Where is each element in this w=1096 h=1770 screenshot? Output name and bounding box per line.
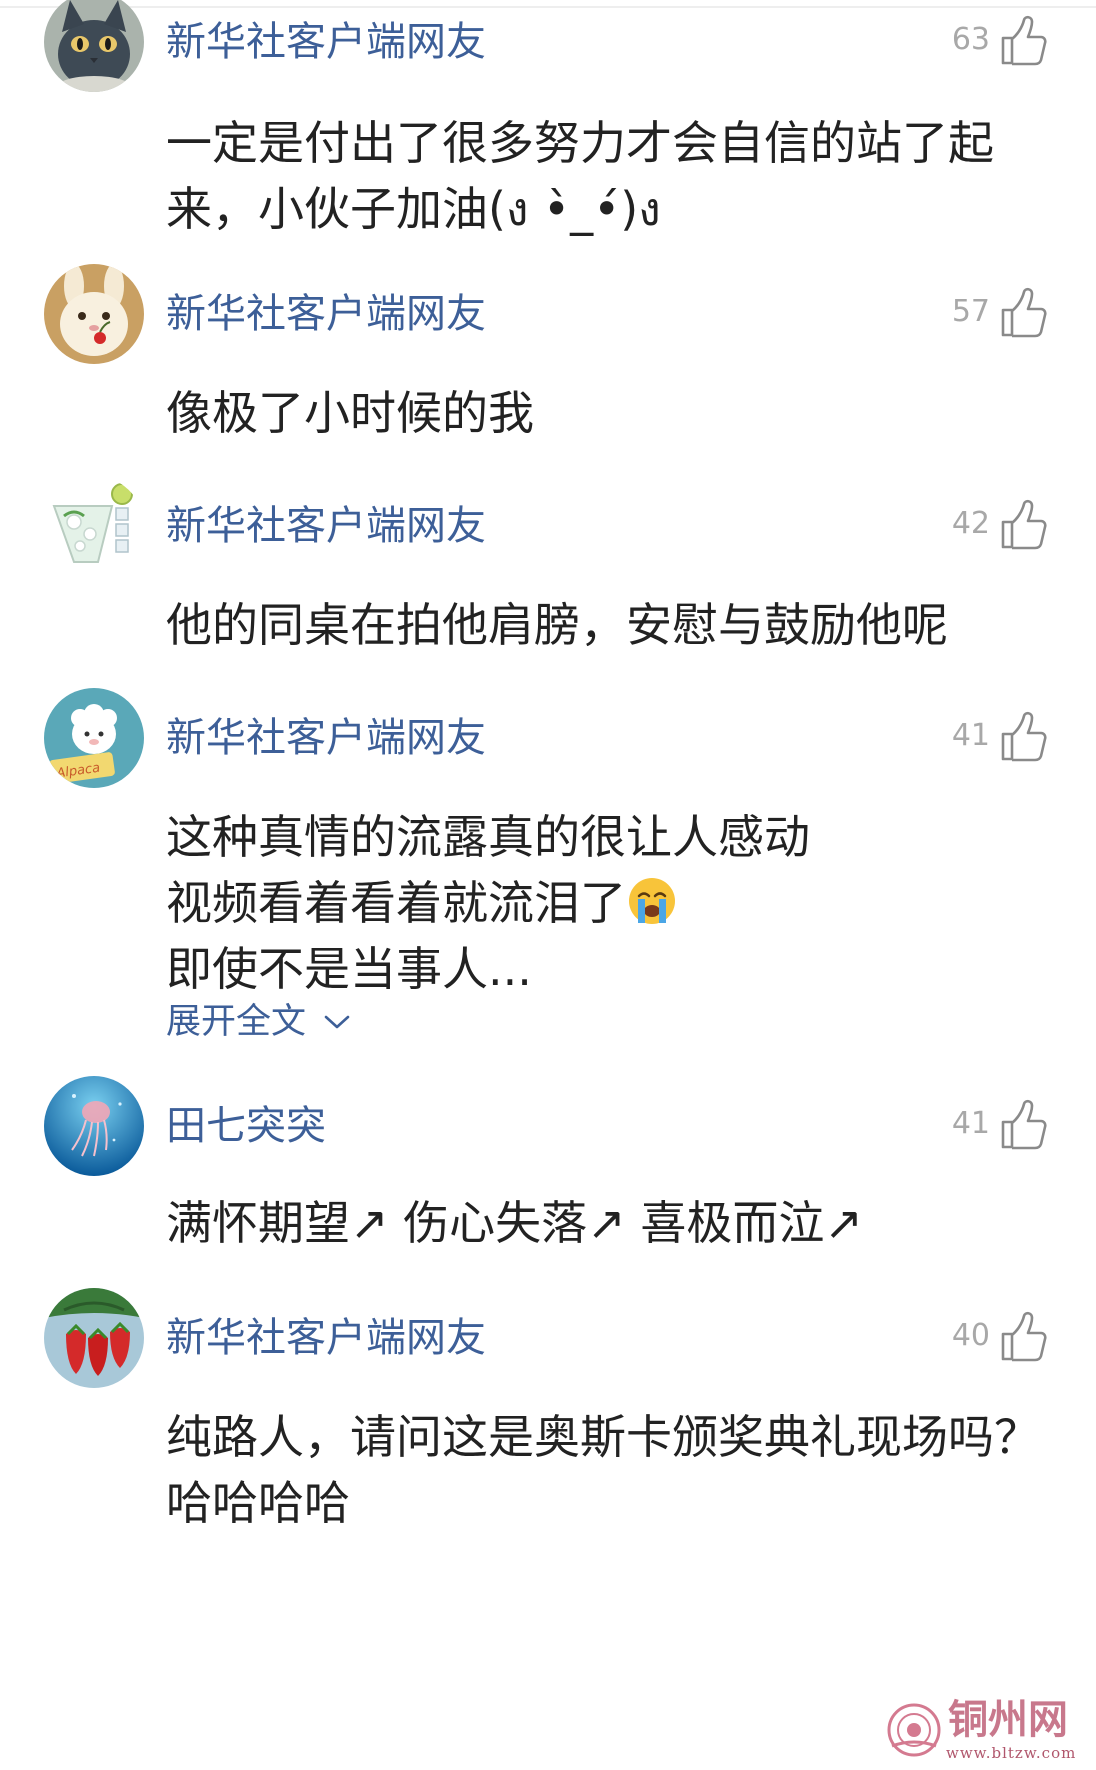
like-count: 42 — [951, 506, 990, 541]
like-button[interactable]: 63 — [952, 10, 1048, 70]
thumbs-up-icon — [1001, 499, 1047, 550]
comment-text-line: 一定是付出了很多努力才会自信的站了起 — [166, 116, 994, 170]
expand-label: 展开全文 — [166, 1002, 307, 1042]
watermark-name: 铜州网 — [948, 1696, 1068, 1743]
comment-text-segment: 视频看着看着就流泪了 — [166, 876, 626, 930]
comment-text: 纯路人，请问这是奥斯卡颁奖典礼现场吗？ 哈哈哈哈 — [166, 1404, 1046, 1536]
username[interactable]: 新华社客户端网友 — [166, 714, 486, 762]
alpaca-avatar-icon[interactable]: Alpaca — [44, 688, 144, 788]
username[interactable]: 新华社客户端网友 — [166, 18, 486, 66]
comment-text-line: 他的同桌在拍他肩膀，安慰与鼓励他呢 — [166, 598, 948, 652]
thumbs-up-icon — [1001, 287, 1047, 338]
watermark-logo-icon — [887, 1703, 941, 1757]
like-count: 63 — [951, 22, 990, 57]
top-divider — [0, 6, 1096, 8]
thumbs-up-icon — [1001, 1099, 1047, 1150]
username[interactable]: 新华社客户端网友 — [166, 1314, 486, 1362]
comment-text: 满怀期望↗ 伤心失落↗ 喜极而泣↗ — [166, 1190, 1046, 1256]
comment-text: 一定是付出了很多努力才会自信的站了起 来，小伙子加油(ง •̀_•́)ง — [166, 110, 1046, 242]
strawberry-avatar-icon[interactable] — [44, 1288, 144, 1388]
comment-text-line: 满怀期望↗ 伤心失落↗ 喜极而泣↗ — [166, 1196, 863, 1250]
cat-avatar-icon[interactable] — [44, 0, 144, 92]
like-button[interactable]: 42 — [952, 494, 1048, 554]
username[interactable]: 田七突突 — [166, 1102, 326, 1150]
chevron-down-icon — [324, 1015, 350, 1029]
comment-text-line: 这种真情的流露真的很让人感动 — [166, 810, 810, 864]
comment-text-line: 视频看着看着就流泪了 — [166, 870, 1046, 936]
like-button[interactable]: 57 — [952, 282, 1048, 342]
like-count: 41 — [951, 718, 990, 753]
comment-text-line: 来，小伙子加油(ง •̀_•́)ง — [166, 182, 661, 236]
rabbit-avatar-icon[interactable] — [44, 264, 144, 364]
thumbs-up-icon — [1001, 711, 1047, 762]
comment-text-line: 像极了小时候的我 — [166, 386, 534, 440]
username[interactable]: 新华社客户端网友 — [166, 290, 486, 338]
comment-text-line: 即使不是当事人... — [166, 942, 532, 996]
username[interactable]: 新华社客户端网友 — [166, 502, 486, 550]
comment-text-line: 哈哈哈哈 — [166, 1476, 350, 1530]
drink-glass-avatar-icon[interactable] — [44, 476, 144, 576]
watermark-url: www.bltzw.com — [946, 1744, 1077, 1762]
like-count: 41 — [951, 1106, 990, 1141]
expand-full-text-button[interactable]: 展开全文 — [166, 1000, 350, 1044]
like-button[interactable]: 41 — [952, 706, 1048, 766]
comment-text-line: 纯路人，请问这是奥斯卡颁奖典礼现场吗？ — [166, 1410, 1040, 1464]
like-button[interactable]: 40 — [952, 1306, 1048, 1366]
like-count: 57 — [951, 294, 990, 329]
comment-text: 这种真情的流露真的很让人感动 视频看着看着就流泪了 即使不是当事人... — [166, 804, 1046, 1002]
like-count: 40 — [951, 1318, 990, 1353]
like-button[interactable]: 41 — [952, 1094, 1048, 1154]
thumbs-up-icon — [1001, 15, 1047, 66]
comment-text: 像极了小时候的我 — [166, 380, 1046, 446]
site-watermark: 铜州网 www.bltzw.com — [886, 1696, 1086, 1766]
jellyfish-avatar-icon[interactable] — [44, 1076, 144, 1176]
crying-face-emoji — [629, 878, 675, 924]
comment-text: 他的同桌在拍他肩膀，安慰与鼓励他呢 — [166, 592, 1046, 658]
thumbs-up-icon — [1001, 1311, 1047, 1362]
